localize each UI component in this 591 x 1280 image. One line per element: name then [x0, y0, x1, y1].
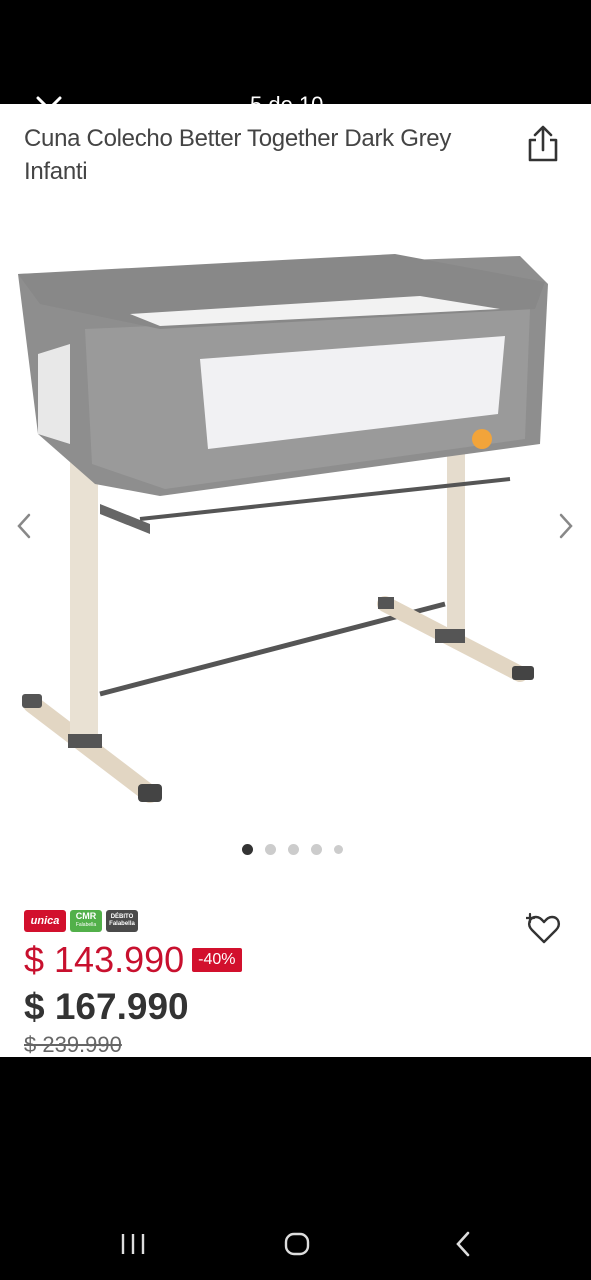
image-counter: 5 de 10: [250, 92, 323, 104]
system-navigation-bar: [0, 1200, 591, 1280]
discount-badge: -40%: [192, 948, 242, 972]
pager-dot[interactable]: [265, 844, 276, 855]
promo-price-row: $ 143.990 -40%: [24, 938, 242, 982]
close-icon[interactable]: [34, 94, 64, 104]
pager-dot[interactable]: [288, 844, 299, 855]
home-icon[interactable]: [283, 1228, 311, 1260]
promo-price: $ 143.990: [24, 939, 185, 980]
back-icon[interactable]: [452, 1228, 474, 1260]
product-image[interactable]: [0, 234, 591, 814]
add-to-wishlist-icon[interactable]: [524, 912, 562, 946]
old-price: $ 239.990: [24, 1032, 122, 1056]
unica-badge: unica: [24, 910, 66, 932]
product-title: Cuna Colecho Better Together Dark Grey I…: [24, 125, 452, 185]
debito-label: DÉBITO: [110, 914, 134, 920]
product-panel: Cuna Colecho Better Together Dark Grey I…: [0, 104, 591, 1057]
pager-dot[interactable]: [311, 844, 322, 855]
share-icon[interactable]: [524, 124, 562, 164]
top-bar: 5 de 10: [0, 0, 591, 104]
cmr-sub-label: Falabella: [75, 922, 97, 928]
pager-dot[interactable]: [334, 845, 343, 854]
payment-badges: unica CMR Falabella DÉBITO Falabella: [24, 910, 138, 932]
prev-image-button[interactable]: [12, 509, 36, 543]
cmr-badge: CMR Falabella: [70, 910, 102, 932]
next-image-button[interactable]: [554, 509, 578, 543]
debito-badge: DÉBITO Falabella: [106, 910, 138, 932]
cmr-label: CMR: [75, 911, 97, 921]
image-pager: [242, 844, 343, 855]
recent-apps-icon[interactable]: [120, 1228, 146, 1260]
debito-sub-label: Falabella: [109, 921, 135, 927]
normal-price: $ 167.990: [24, 986, 189, 1027]
pager-dot[interactable]: [242, 844, 253, 855]
